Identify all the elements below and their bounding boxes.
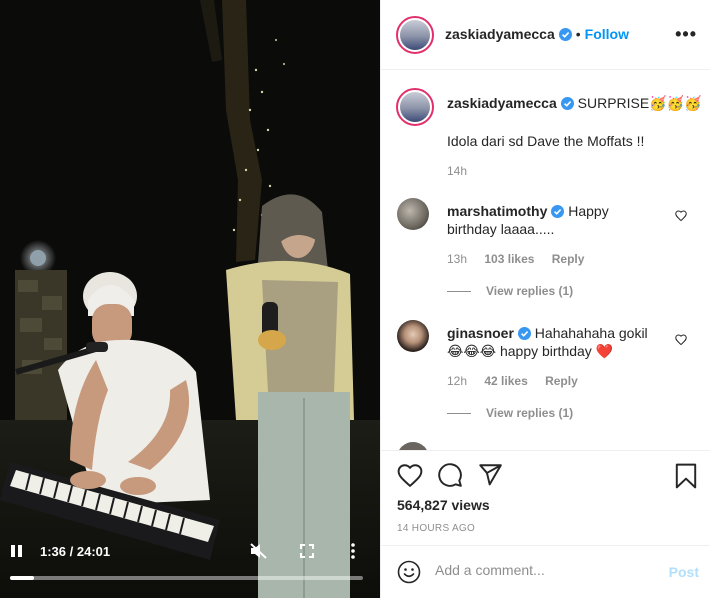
comments-list[interactable]: zaskiadyamecca SURPRISE🥳🥳🥳 Idola dari sd… xyxy=(381,70,710,450)
comment-like-button[interactable] xyxy=(675,208,687,224)
heart-icon xyxy=(675,334,687,346)
comment-username[interactable]: marshatimothy xyxy=(447,203,547,219)
caption-avatar[interactable] xyxy=(396,88,434,126)
save-button[interactable] xyxy=(675,463,697,492)
caption-time: 14h xyxy=(447,164,468,178)
view-replies-button[interactable]: View replies (1) xyxy=(486,406,573,420)
video-frame xyxy=(0,0,380,598)
author-avatar[interactable] xyxy=(396,16,434,54)
post-date[interactable]: 14 HOURS AGO xyxy=(397,523,475,534)
emoji-button[interactable] xyxy=(397,560,421,587)
comment-time: 12h xyxy=(447,374,468,388)
video-options-button[interactable] xyxy=(350,543,356,562)
header-separator: • xyxy=(575,26,581,42)
comment-text: marshatimothy Happy xyxy=(447,202,609,222)
comment-username[interactable]: ginasnoer xyxy=(447,325,514,341)
commenter-avatar[interactable] xyxy=(397,198,429,230)
caption-username[interactable]: zaskiadyamecca xyxy=(447,95,557,111)
kebab-icon xyxy=(351,543,355,559)
comment-input[interactable] xyxy=(435,562,655,578)
view-replies-button[interactable]: View replies (1) xyxy=(486,284,573,298)
comment-time: 13h xyxy=(447,252,468,266)
reply-button[interactable]: Reply xyxy=(552,252,585,266)
more-options-button[interactable]: ••• xyxy=(675,24,697,45)
view-count[interactable]: 564,827 views xyxy=(397,497,490,513)
post-header: zaskiadyamecca • Follow ••• xyxy=(381,0,710,70)
comment-likes[interactable]: 103 likes xyxy=(484,252,534,266)
fullscreen-icon xyxy=(300,544,314,558)
emoji-icon xyxy=(397,560,421,584)
verified-icon xyxy=(558,28,572,44)
share-icon xyxy=(479,464,502,486)
pause-icon xyxy=(11,545,22,557)
post-actions: 564,827 views 14 HOURS AGO xyxy=(381,450,710,545)
caption-text-line2: Idola dari sd Dave the Moffats !! xyxy=(447,133,645,149)
commenter-avatar[interactable] xyxy=(397,442,429,450)
comment-body-cont: birthday laaaa..... xyxy=(447,221,555,237)
video-progress-fill xyxy=(10,576,34,580)
add-comment-bar: Post xyxy=(381,545,710,598)
fullscreen-button[interactable] xyxy=(300,544,314,561)
comment-body-cont: 😂😂😂 happy birthday ❤️ xyxy=(447,343,614,359)
comment-like-button[interactable] xyxy=(675,332,687,348)
caption-text: SURPRISE🥳🥳🥳 xyxy=(577,95,702,111)
author-username[interactable]: zaskiadyamecca xyxy=(445,26,555,42)
mute-icon xyxy=(250,543,267,559)
pause-button[interactable] xyxy=(10,544,24,561)
comment-body: Happy xyxy=(568,203,609,219)
bookmark-icon xyxy=(675,463,697,489)
video-progress-bar[interactable] xyxy=(10,576,363,580)
comment-likes[interactable]: 42 likes xyxy=(484,374,527,388)
comment-button[interactable] xyxy=(437,462,463,491)
caption-line: zaskiadyamecca SURPRISE🥳🥳🥳 xyxy=(447,94,702,114)
comment-meta: 12h 42 likes Reply xyxy=(447,374,578,388)
reply-button[interactable]: Reply xyxy=(545,374,578,388)
heart-icon xyxy=(397,464,423,488)
mute-button[interactable] xyxy=(250,543,268,562)
video-controls: 1:36 / 24:01 xyxy=(0,536,380,566)
follow-button[interactable]: Follow xyxy=(585,26,629,42)
view-replies-divider xyxy=(447,413,471,414)
commenter-avatar[interactable] xyxy=(397,320,429,352)
comment-text: ginasnoer Hahahahaha gokil xyxy=(447,324,648,344)
video-player[interactable]: 1:36 / 24:01 xyxy=(0,0,380,598)
like-button[interactable] xyxy=(397,463,423,490)
view-replies-divider xyxy=(447,291,471,292)
comment-meta: 13h 103 likes Reply xyxy=(447,252,584,266)
post-panel: zaskiadyamecca • Follow ••• zaskiadyamecca… xyxy=(380,0,710,598)
share-button[interactable] xyxy=(477,462,503,491)
heart-icon xyxy=(675,210,687,222)
verified-icon xyxy=(560,96,574,114)
comment-icon xyxy=(438,463,462,487)
video-time: 1:36 / 24:01 xyxy=(40,544,111,559)
instagram-post-view: 1:36 / 24:01 zaskiadyamecca •Follow ••• xyxy=(0,0,710,598)
post-comment-button[interactable]: Post xyxy=(669,564,699,580)
comment-body: Hahahahaha gokil xyxy=(534,325,648,341)
